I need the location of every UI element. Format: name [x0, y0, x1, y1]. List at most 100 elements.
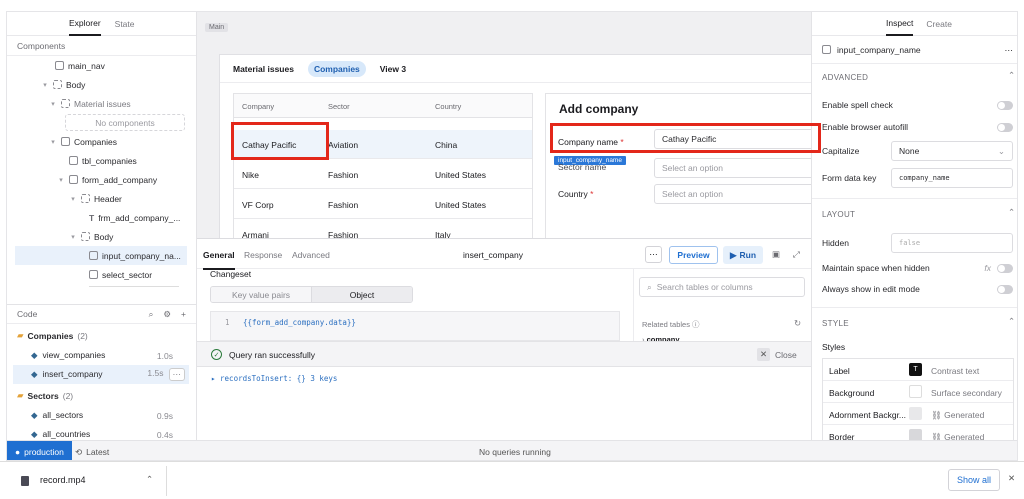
table-row[interactable]: VF Corp Fashion United States	[234, 189, 532, 219]
tab-general[interactable]: General	[203, 250, 235, 270]
more-icon[interactable]: ⋯	[1005, 45, 1014, 56]
always-toggle[interactable]	[997, 284, 1013, 294]
autofill-label: Enable browser autofill	[822, 122, 908, 132]
tab-explorer[interactable]: Explorer	[69, 12, 101, 36]
latest-badge[interactable]: ⟲ Latest	[75, 447, 109, 458]
col-sector[interactable]: Sector	[328, 102, 350, 111]
query-name: insert_company	[42, 369, 103, 379]
text-input-icon	[89, 251, 98, 260]
layout-header[interactable]: LAYOUT	[822, 207, 855, 221]
spell-toggle[interactable]	[997, 100, 1013, 110]
tab-view-3[interactable]: View 3	[380, 64, 406, 74]
more-icon[interactable]: ⋯	[168, 368, 185, 381]
panel-toggle-icon[interactable]: ▣	[772, 249, 780, 260]
highlight-company-input	[550, 123, 821, 153]
sector-select[interactable]: Select an option	[654, 158, 824, 178]
result-records[interactable]: ▸ recordsToInsert: {} 3 keys	[211, 374, 337, 383]
tree-item-frm-title[interactable]: Tfrm_add_company_...	[89, 208, 180, 227]
code-group-companies[interactable]: ▰ Companies (2)	[17, 326, 88, 345]
value-text: Generated	[944, 410, 985, 420]
run-button[interactable]: ▶ Run	[723, 246, 763, 264]
records-text: recordsToInsert: {} 3 keys	[220, 374, 338, 383]
tree-item-input-company[interactable]: input_company_na...	[15, 246, 187, 265]
preview-button[interactable]: Preview	[669, 246, 718, 264]
tab-companies[interactable]: Companies	[307, 60, 366, 77]
tab-create[interactable]: Create	[926, 19, 952, 29]
close-button[interactable]: Close	[775, 350, 797, 360]
seg-object[interactable]: Object	[311, 287, 412, 302]
left-tabs: Explorer State	[7, 12, 196, 36]
download-filename[interactable]: record.mp4	[40, 475, 86, 485]
chevron-down-icon[interactable]: ▾	[57, 176, 65, 184]
maintain-toggle[interactable]	[997, 263, 1013, 273]
tree-item-label: input_company_na...	[102, 250, 181, 261]
filter-icon[interactable]: ⚙	[163, 309, 171, 320]
collapse-icon[interactable]: ⌃	[1008, 207, 1015, 218]
chevron-down-icon[interactable]: ▾	[69, 233, 77, 241]
spell-check-row: Enable spell check	[822, 96, 1013, 114]
add-icon[interactable]: +	[181, 309, 186, 320]
env-badge[interactable]: ● production	[7, 441, 72, 460]
tree-item-form-body[interactable]: ▾ Body	[69, 227, 113, 246]
search-icon[interactable]: ⌕	[149, 309, 154, 320]
formkey-input[interactable]: company_name	[891, 168, 1013, 188]
tree-item-material-issues[interactable]: ▾ Material issues	[49, 94, 130, 113]
style-row[interactable]: Border ⛓ Generated	[823, 425, 1013, 440]
autofill-toggle[interactable]	[997, 122, 1013, 132]
expand-icon[interactable]: ⤢	[793, 249, 800, 260]
link-icon: ⛓	[931, 432, 942, 440]
chevron-up-icon[interactable]: ⌃	[146, 474, 153, 485]
query-item-selected[interactable]: ◆ insert_company 1.5s ⋯	[13, 365, 189, 384]
query-item[interactable]: ◆ view_companies 1.0s	[31, 346, 173, 365]
tree-item-companies[interactable]: ▾ Companies	[49, 132, 117, 151]
chevron-down-icon[interactable]: ▾	[41, 81, 49, 89]
chevron-down-icon[interactable]: ▾	[69, 195, 77, 203]
country-select[interactable]: Select an option	[654, 184, 824, 204]
show-all-button[interactable]: Show all	[948, 469, 1000, 491]
tree-item-main-nav[interactable]: main_nav	[55, 56, 105, 75]
tab-advanced[interactable]: Advanced	[292, 250, 330, 260]
hidden-input[interactable]: false	[891, 233, 1013, 253]
style-row[interactable]: Label T Contrast text	[823, 359, 1013, 381]
line-number: 1	[225, 318, 230, 327]
seg-key-value[interactable]: Key value pairs	[211, 287, 311, 302]
collapse-icon[interactable]: ⌃	[1008, 70, 1015, 81]
tree-item-label: select_sector	[102, 269, 153, 280]
query-title[interactable]: insert_company	[463, 250, 523, 260]
canvas: Main Material issues Companies View 3 Co…	[197, 12, 824, 440]
table-row[interactable]: Nike Fashion United States	[234, 159, 532, 189]
refresh-icon[interactable]: ↻	[794, 318, 801, 329]
tab-state[interactable]: State	[115, 19, 135, 29]
styles-label: Styles	[822, 342, 846, 352]
style-header[interactable]: STYLE	[822, 316, 849, 330]
more-options-button[interactable]: ⋯	[645, 246, 662, 263]
latest-label: Latest	[86, 447, 110, 457]
tree-item-header[interactable]: ▾ Header	[69, 189, 122, 208]
chevron-down-icon[interactable]: ▾	[49, 138, 57, 146]
tree-item-form[interactable]: ▾ form_add_company	[57, 170, 157, 189]
tree-item-label: Body	[94, 231, 114, 242]
query-item[interactable]: ◆ all_sectors 0.9s	[31, 406, 173, 425]
code-group-sectors[interactable]: ▰ Sectors (2)	[17, 386, 73, 405]
style-row[interactable]: Background Surface secondary	[823, 381, 1013, 403]
close-icon[interactable]: ✕	[757, 348, 770, 361]
tab-response[interactable]: Response	[244, 250, 282, 260]
text-icon: T	[89, 212, 95, 223]
code-editor[interactable]: 1 {{form_add_company.data}}	[210, 311, 620, 341]
col-company[interactable]: Company	[242, 102, 274, 111]
schema-search[interactable]: ⌕ Search tables or columns	[639, 277, 805, 297]
fx-icon[interactable]: fx	[984, 263, 991, 273]
component-name[interactable]: input_company_name	[837, 45, 921, 55]
tab-material-issues[interactable]: Material issues	[233, 64, 294, 74]
advanced-header[interactable]: ADVANCED	[822, 70, 868, 84]
tree-item-select-sector[interactable]: select_sector	[89, 265, 152, 284]
close-icon[interactable]: ✕	[1008, 473, 1015, 484]
style-row[interactable]: Adornment Backgr... ⛓ Generated	[823, 403, 1013, 425]
capitalize-select[interactable]: None ⌄	[891, 141, 1013, 161]
tree-item-tbl-companies[interactable]: tbl_companies	[69, 151, 137, 170]
collapse-icon[interactable]: ⌃	[1008, 316, 1015, 327]
col-country[interactable]: Country	[435, 102, 461, 111]
tree-item-body[interactable]: ▾ Body	[41, 75, 85, 94]
chevron-down-icon[interactable]: ▾	[49, 100, 57, 108]
tab-inspect[interactable]: Inspect	[886, 12, 914, 36]
